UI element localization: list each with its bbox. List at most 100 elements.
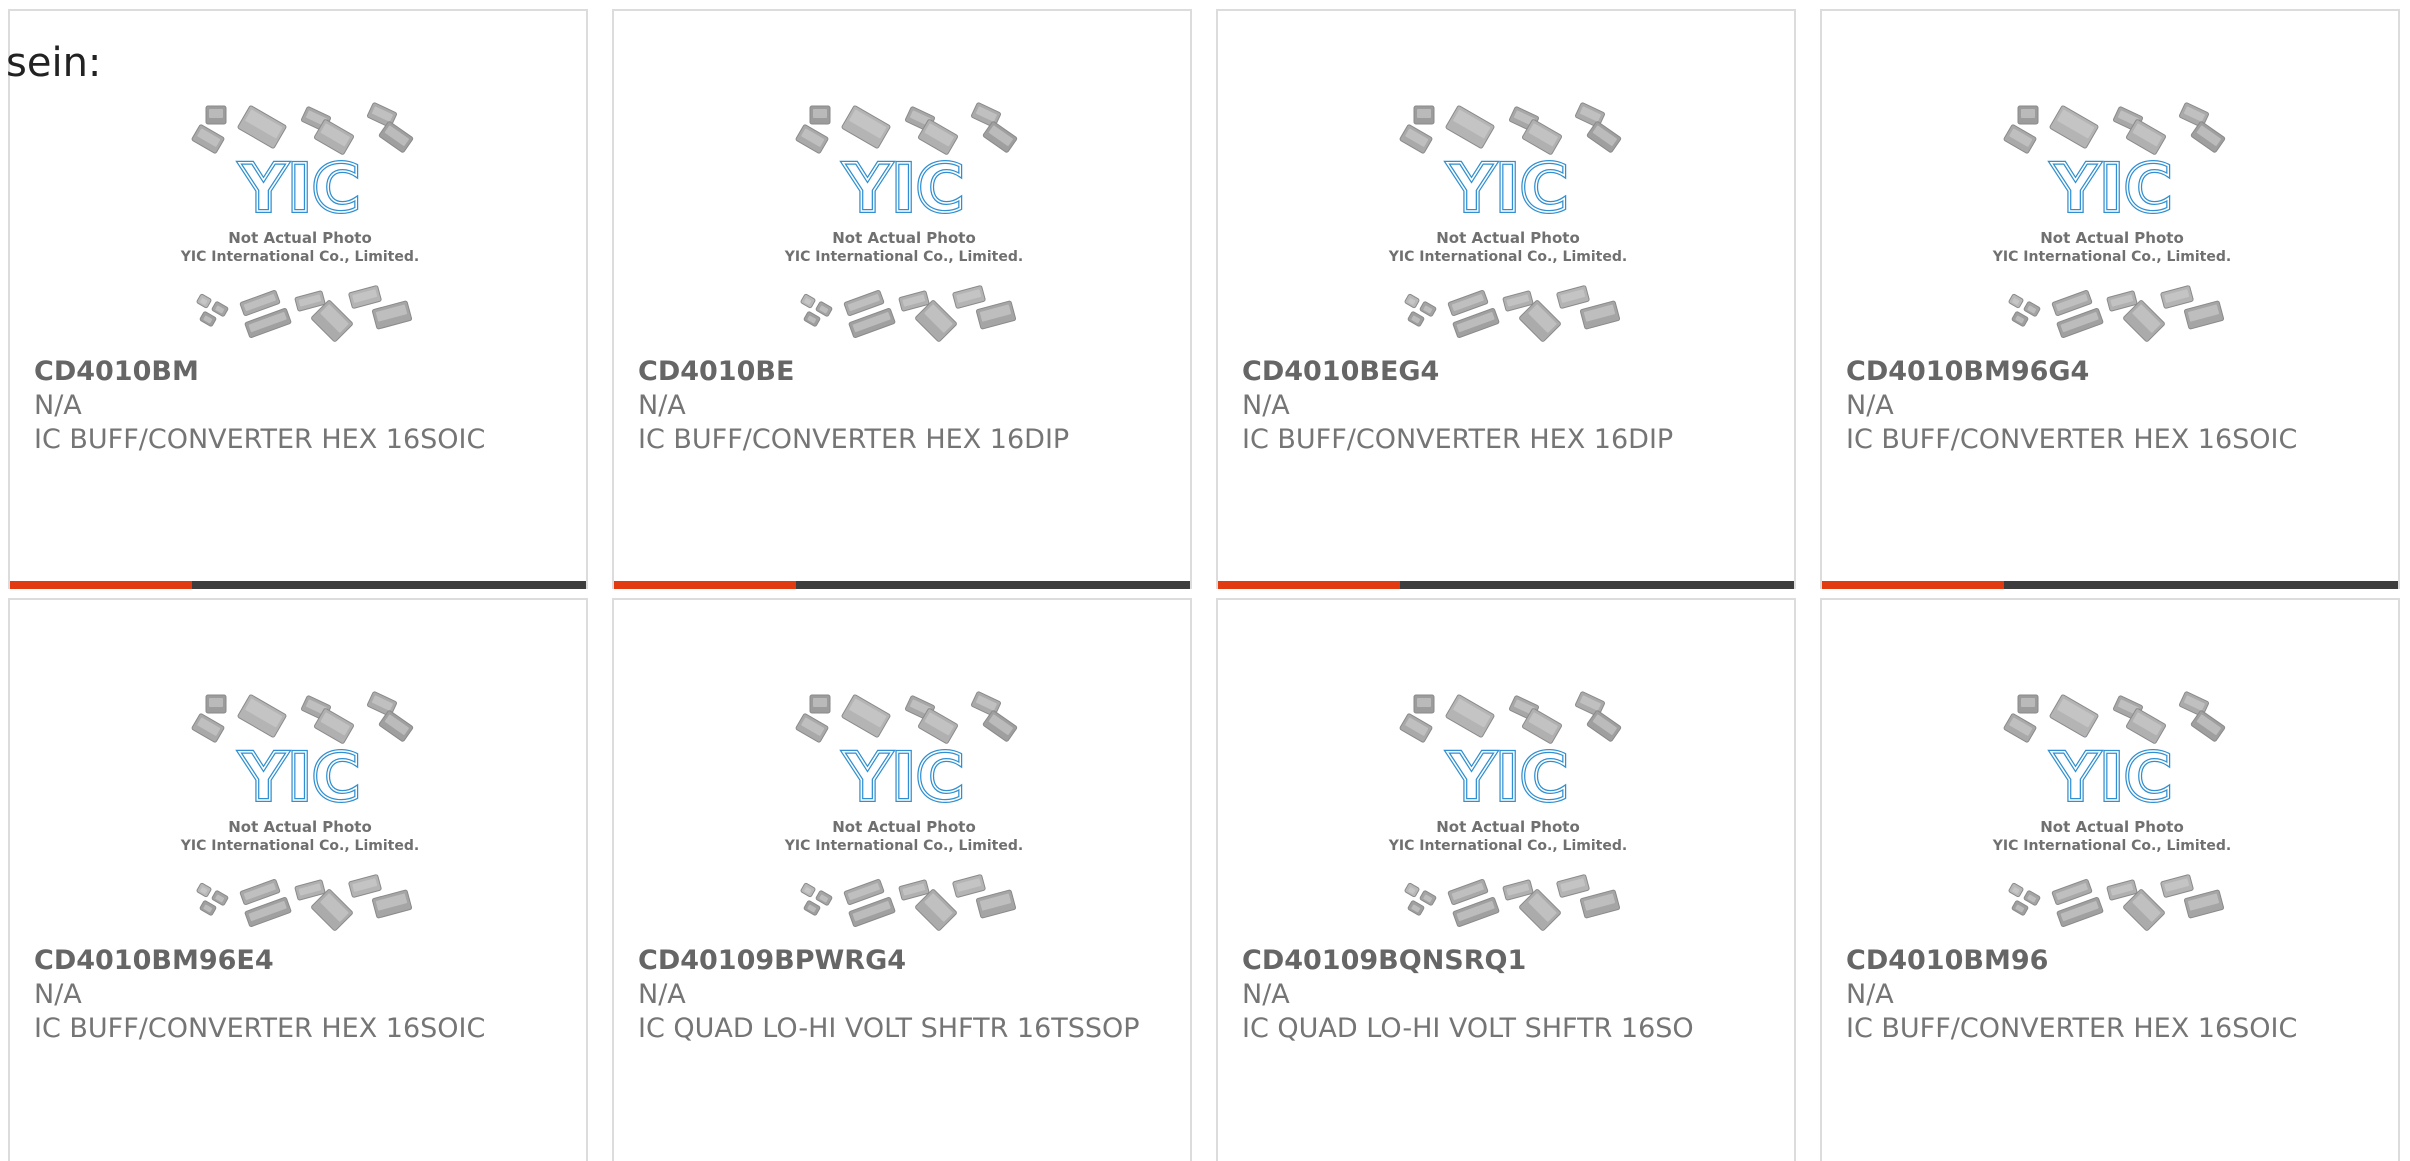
chip-icon xyxy=(1445,105,1495,149)
chip-icon xyxy=(371,889,413,919)
chip-icon xyxy=(841,694,891,738)
chip-icon xyxy=(1579,889,1621,919)
chip-icon xyxy=(2008,293,2024,309)
chip-icon xyxy=(982,121,1018,153)
part-number-link[interactable]: CD4010BE xyxy=(638,355,1150,389)
card-footer-bar xyxy=(614,581,1190,589)
part-number-link[interactable]: CD4010BM xyxy=(34,355,546,389)
chip-icon xyxy=(1419,890,1437,906)
photo-caption-line1: Not Actual Photo xyxy=(2040,229,2184,247)
product-card[interactable]: YIC YIC Not Actual Photo YIC International … xyxy=(1820,9,2400,589)
chip-icon xyxy=(809,105,831,125)
part-number-link[interactable]: CD4010BM96G4 xyxy=(1846,355,2358,389)
photo-caption-line1: Not Actual Photo xyxy=(2040,818,2184,836)
photo-caption-line2: YIC International Co., Limited. xyxy=(1992,838,2231,854)
chip-icon xyxy=(975,300,1017,330)
chip-icon xyxy=(378,121,414,153)
chip-icon xyxy=(975,889,1017,919)
chip-icon xyxy=(809,694,831,714)
manufacturer: N/A xyxy=(638,979,686,1010)
part-number-link[interactable]: CD4010BEG4 xyxy=(1242,355,1754,389)
chip-icon xyxy=(1407,900,1425,916)
chip-icon xyxy=(2190,710,2226,742)
chip-icon xyxy=(2183,300,2225,330)
product-info: CD4010BM N/A IC BUFF/CONVERTER HEX 16SOI… xyxy=(34,355,546,457)
card-footer-accent xyxy=(614,581,796,589)
photo-caption-line2: YIC International Co., Limited. xyxy=(1388,249,1627,265)
svg-text:YIC: YIC xyxy=(239,150,361,227)
product-card[interactable]: YIC YIC Not Actual Photo YIC International … xyxy=(612,598,1192,1161)
chip-icon xyxy=(841,105,891,149)
part-number-link[interactable]: CD40109BQNSRQ1 xyxy=(1242,944,1754,978)
product-photo-placeholder: YIC YIC Not Actual Photo YIC International … xyxy=(1368,690,1648,940)
chip-icon xyxy=(199,311,217,327)
chip-icon xyxy=(2008,882,2024,898)
photo-caption-line2: YIC International Co., Limited. xyxy=(784,838,1023,854)
chip-icon xyxy=(2017,105,2039,125)
description: IC QUAD LO-HI VOLT SHFTR 16SO xyxy=(1242,1013,1694,1044)
product-info: CD4010BM96G4 N/A IC BUFF/CONVERTER HEX 1… xyxy=(1846,355,2358,457)
product-info: CD4010BEG4 N/A IC BUFF/CONVERTER HEX 16D… xyxy=(1242,355,1754,457)
product-card[interactable]: YIC YIC Not Actual Photo YIC International … xyxy=(1820,598,2400,1161)
description: IC BUFF/CONVERTER HEX 16SOIC xyxy=(1846,1013,2298,1044)
card-footer-accent xyxy=(1822,581,2004,589)
chip-icon xyxy=(191,713,225,743)
product-info: CD4010BE N/A IC BUFF/CONVERTER HEX 16DIP xyxy=(638,355,1150,457)
photo-caption-line2: YIC International Co., Limited. xyxy=(1992,249,2231,265)
card-footer-bar xyxy=(1822,581,2398,589)
description: IC BUFF/CONVERTER HEX 16DIP xyxy=(638,424,1070,455)
product-photo-placeholder: YIC YIC Not Actual Photo YIC International … xyxy=(1972,690,2252,940)
chip-icon xyxy=(815,301,833,317)
chip-icon xyxy=(795,713,829,743)
chip-icon xyxy=(191,124,225,154)
product-card[interactable]: YIC YIC Not Actual Photo YIC International … xyxy=(8,598,588,1161)
part-number-link[interactable]: CD40109BPWRG4 xyxy=(638,944,1150,978)
chip-icon xyxy=(2160,285,2194,309)
card-footer-accent xyxy=(10,581,192,589)
chip-icon xyxy=(982,710,1018,742)
chip-icon xyxy=(2011,311,2029,327)
chip-icon xyxy=(1556,285,1590,309)
chip-icon xyxy=(1419,301,1437,317)
product-card[interactable]: YIC YIC Not Actual Photo YIC International … xyxy=(8,9,588,589)
part-number-link[interactable]: CD4010BM96 xyxy=(1846,944,2358,978)
svg-text:YIC: YIC xyxy=(2051,150,2173,227)
card-footer-accent xyxy=(1218,581,1400,589)
chip-icon xyxy=(196,293,212,309)
product-card[interactable]: YIC YIC Not Actual Photo YIC International … xyxy=(1216,598,1796,1161)
product-card[interactable]: YIC YIC Not Actual Photo YIC International … xyxy=(1216,9,1796,589)
chip-icon xyxy=(211,890,229,906)
chip-icon xyxy=(2003,713,2037,743)
chip-icon xyxy=(1404,882,1420,898)
chip-icon xyxy=(952,285,986,309)
svg-text:YIC: YIC xyxy=(1447,739,1569,816)
chip-icon xyxy=(2017,694,2039,714)
photo-caption-line1: Not Actual Photo xyxy=(228,229,372,247)
chip-icon xyxy=(2023,301,2041,317)
part-number-link[interactable]: CD4010BM96E4 xyxy=(34,944,546,978)
chip-icon xyxy=(795,124,829,154)
description: IC QUAD LO-HI VOLT SHFTR 16TSSOP xyxy=(638,1013,1140,1044)
chip-icon xyxy=(1413,694,1435,714)
manufacturer: N/A xyxy=(1242,390,1290,421)
manufacturer: N/A xyxy=(638,390,686,421)
description: IC BUFF/CONVERTER HEX 16SOIC xyxy=(34,1013,486,1044)
chip-icon xyxy=(800,293,816,309)
manufacturer: N/A xyxy=(1846,979,1894,1010)
product-photo-placeholder: YIC YIC Not Actual Photo YIC International … xyxy=(764,690,1044,940)
photo-caption-line2: YIC International Co., Limited. xyxy=(180,249,419,265)
chip-icon xyxy=(1404,293,1420,309)
product-card[interactable]: YIC YIC Not Actual Photo YIC International … xyxy=(612,9,1192,589)
product-info: CD4010BM96E4 N/A IC BUFF/CONVERTER HEX 1… xyxy=(34,944,546,1046)
chip-icon xyxy=(2160,874,2194,898)
chip-icon xyxy=(1586,710,1622,742)
photo-caption-line1: Not Actual Photo xyxy=(832,229,976,247)
chip-icon xyxy=(1399,124,1433,154)
chip-icon xyxy=(348,874,382,898)
product-photo-placeholder: YIC YIC Not Actual Photo YIC International … xyxy=(160,690,440,940)
product-photo-placeholder: YIC YIC Not Actual Photo YIC International … xyxy=(764,101,1044,351)
photo-caption-line1: Not Actual Photo xyxy=(832,818,976,836)
chip-icon xyxy=(2183,889,2225,919)
photo-caption-line2: YIC International Co., Limited. xyxy=(180,838,419,854)
product-info: CD40109BQNSRQ1 N/A IC QUAD LO-HI VOLT SH… xyxy=(1242,944,1754,1046)
